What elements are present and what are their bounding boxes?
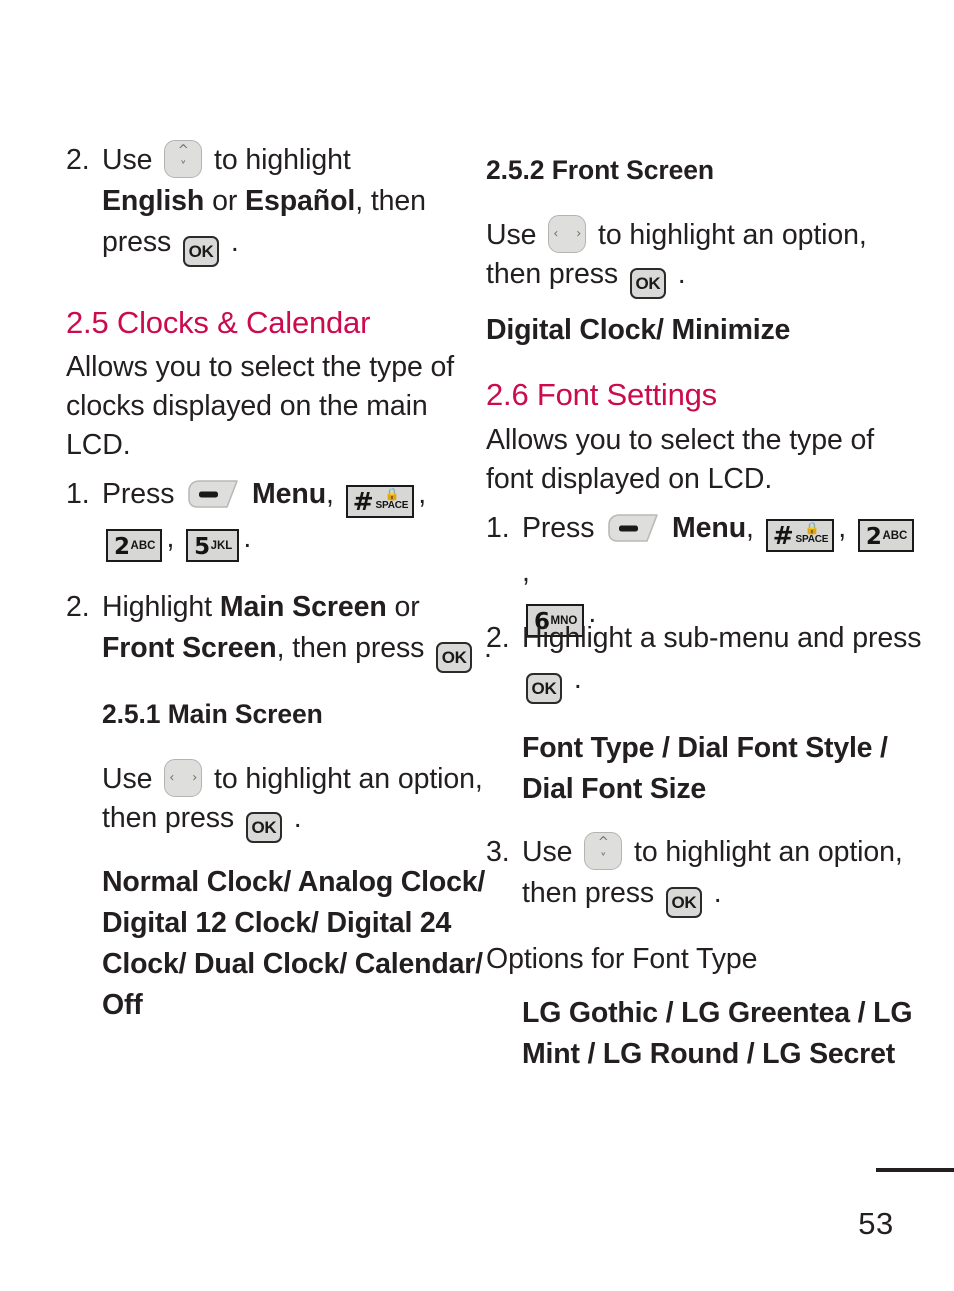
chevron-left-icon: ‹: [169, 770, 175, 786]
manual-page: 2. Use ^ ˅ to highlight English or Españ…: [0, 0, 954, 1291]
key-2-abc-icon: 2ABC: [857, 519, 915, 552]
key-hash-space-icon: # 🔒 SPACE: [345, 485, 415, 518]
chevron-up-icon: ^: [597, 835, 609, 850]
step-text: Highlight a sub-menu and press: [522, 622, 922, 654]
step-press-menu-25: 1. Press Menu, # 🔒 SPACE , 2ABC, 5JKL.: [66, 474, 502, 562]
step-number: 2.: [66, 591, 90, 623]
step-number: 1.: [486, 512, 510, 544]
step-number: 2.: [66, 144, 90, 176]
ok-key-icon: OK: [526, 673, 562, 704]
key-5-jkl-icon: 5JKL: [186, 529, 240, 562]
step-text-press: Press: [102, 478, 175, 510]
step-highlight-submenu-26: 2. Highlight a sub-menu and press OK .: [486, 618, 922, 704]
nav-left-right-key-icon: ‹ ›: [548, 215, 587, 253]
use-text: to highlight an option, then press: [486, 219, 867, 290]
options-label-26: Options for Font Type: [486, 943, 758, 975]
option-front-screen: Front Screen: [102, 632, 277, 664]
heading-2-6: 2.6 Font Settings: [486, 377, 717, 412]
chevron-left-icon: ‹: [553, 226, 559, 242]
step-text-part3: , then: [355, 185, 426, 217]
step-use-navkey-26: 3. Use ^ ˅ to highlight an option, then …: [486, 832, 922, 918]
ok-key-icon: OK: [436, 642, 473, 673]
ok-key-icon: OK: [245, 812, 282, 843]
step-text-press: Press: [522, 512, 595, 544]
submenu-list-26: Font Type / Dial Font Style / Dial Font …: [522, 732, 888, 805]
sentence-end: .: [677, 258, 686, 290]
options-list-26: LG Gothic / LG Greentea / LG Mint / LG R…: [522, 997, 913, 1070]
sentence-end: .: [293, 802, 302, 834]
heading-2-5: 2.5 Clocks & Calendar: [66, 305, 371, 340]
intro-2-5: Allows you to select the type of clocks …: [66, 351, 455, 461]
ok-key-icon: OK: [183, 236, 220, 267]
option-espanol: Español: [245, 185, 356, 217]
soft-menu-key-icon: [188, 480, 238, 508]
menu-label: Menu: [672, 512, 747, 544]
heading-2-5-1: 2.5.1 Main Screen: [102, 699, 323, 729]
step-highlight-screen-25: 2. Highlight Main Screen or Front Screen…: [66, 587, 502, 673]
comma: ,: [522, 556, 530, 588]
use-text: to highlight an option, then press: [102, 763, 483, 834]
menu-label: Menu: [252, 478, 327, 510]
key-hash-space-icon: # 🔒 SPACE: [765, 519, 835, 552]
comma: ,: [326, 478, 334, 510]
sentence-end: .: [713, 877, 722, 909]
comma: ,: [838, 512, 847, 544]
key-2-abc-icon: 2ABC: [106, 529, 163, 562]
heading-2-5-2: 2.5.2 Front Screen: [486, 155, 714, 185]
step-number: 1.: [66, 478, 90, 510]
comma: ,: [166, 522, 175, 554]
chevron-down-icon: ˅: [180, 160, 187, 175]
step-use-navkey-language: 2. Use ^ ˅ to highlight English or Españ…: [66, 140, 502, 267]
step-text-then-press: , then press: [276, 632, 425, 664]
lock-icon: 🔒: [384, 487, 400, 501]
use-label: Use: [102, 763, 153, 795]
step-text-press: press: [102, 226, 172, 258]
step-number: 2.: [486, 622, 510, 654]
chevron-right-icon: ›: [192, 770, 198, 786]
lock-icon: 🔒: [804, 521, 820, 535]
use-instructions-251: Use ‹ › to highlight an option, then pre…: [66, 759, 502, 843]
conjunction-or: or: [394, 591, 420, 623]
comma: ,: [418, 478, 427, 510]
conjunction-or: or: [212, 185, 238, 217]
soft-menu-key-icon: [608, 514, 658, 542]
options-list-251: Normal Clock/ Analog Clock/ Digital 12 C…: [102, 866, 486, 1021]
comma: ,: [746, 512, 754, 544]
step-text-part2: to highlight: [214, 144, 351, 176]
step-text-part1: Use: [102, 144, 153, 176]
option-english: English: [102, 185, 205, 217]
ok-key-icon: OK: [665, 887, 702, 918]
sentence-end: .: [243, 522, 252, 554]
chevron-down-icon: ˅: [600, 852, 607, 867]
use-label: Use: [486, 219, 537, 251]
ok-key-icon: OK: [629, 268, 666, 299]
footer-rule: [876, 1168, 954, 1172]
intro-2-6: Allows you to select the type of font di…: [486, 424, 875, 495]
sentence-end: .: [573, 663, 582, 695]
options-list-252: Digital Clock/ Minimize: [486, 314, 791, 346]
nav-up-down-key-icon: ^ ˅: [584, 832, 623, 870]
use-instructions-252: Use ‹ › to highlight an option, then pre…: [486, 215, 886, 299]
option-main-screen: Main Screen: [219, 591, 387, 623]
chevron-right-icon: ›: [576, 226, 582, 242]
chevron-up-icon: ^: [177, 143, 189, 158]
sentence-end: .: [230, 226, 239, 258]
use-label: Use: [522, 836, 573, 868]
use-text: to highlight an option, then press: [522, 836, 903, 909]
nav-left-right-key-icon: ‹ ›: [164, 759, 203, 797]
nav-up-down-key-icon: ^ ˅: [164, 140, 203, 178]
page-number: 53: [858, 1206, 894, 1241]
step-text-highlight: Highlight: [102, 591, 212, 623]
step-number: 3.: [486, 836, 510, 868]
